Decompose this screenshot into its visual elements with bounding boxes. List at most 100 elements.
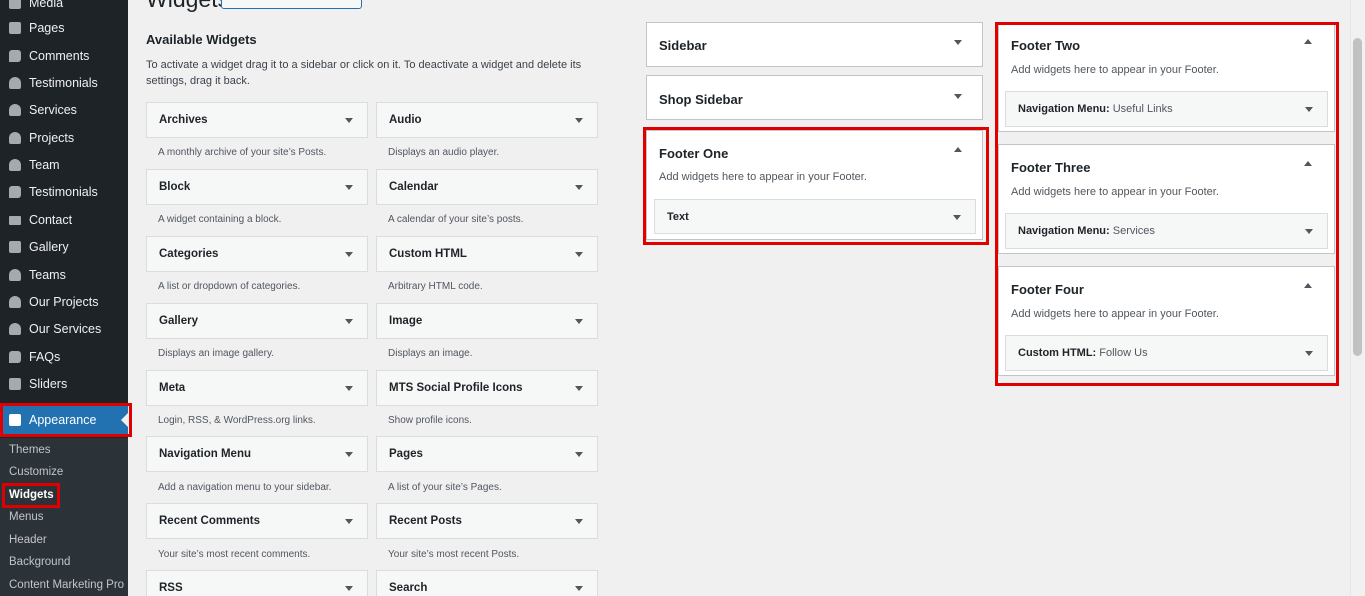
chevron-up-icon[interactable] (1304, 283, 1312, 288)
widget-title: Gallery (159, 315, 198, 327)
widget-title: Search (389, 582, 428, 594)
widget-calendar[interactable]: Calendar (376, 169, 598, 205)
widget-gallery[interactable]: Gallery (146, 303, 368, 339)
chevron-down-icon[interactable] (954, 94, 962, 99)
menu-item-appearance[interactable]: Appearance (0, 404, 128, 436)
menu-item-services[interactable]: Services (0, 96, 128, 123)
chevron-down-icon[interactable] (575, 118, 583, 123)
menu-item-contact[interactable]: Contact (0, 206, 128, 233)
widget-search[interactable]: Search (376, 570, 598, 596)
menu-item-our-services[interactable]: Our Services (0, 315, 128, 342)
menu-label: Contact (29, 212, 73, 227)
widget-audio[interactable]: Audio (376, 102, 598, 138)
people-icon (8, 158, 22, 172)
sliders-icon (8, 377, 22, 391)
manage-live-preview-button[interactable] (221, 0, 362, 9)
sidebar-area-shop-sidebar[interactable]: Shop Sidebar (646, 75, 983, 120)
submenu-widgets[interactable]: Widgets (9, 489, 54, 501)
footer-one-text-widget[interactable]: Text (654, 199, 976, 234)
menu-item-teams[interactable]: Teams (0, 261, 128, 288)
widget-pages[interactable]: Pages (376, 436, 598, 472)
sidebar-area-description: Add widgets here to appear in your Foote… (1011, 308, 1219, 320)
widget-image[interactable]: Image (376, 303, 598, 339)
menu-item-faqs[interactable]: FAQs (0, 343, 128, 370)
people-icon (8, 103, 22, 117)
sidebar-area-sidebar[interactable]: Sidebar (646, 22, 983, 67)
footer-four-custom-html-widget[interactable]: Custom HTML: Follow Us (1005, 335, 1328, 371)
menu-item-gallery[interactable]: Gallery (0, 233, 128, 260)
widget-desc: Displays an image. (388, 348, 473, 359)
sidebar-area-footer-three[interactable]: Footer Three Add widgets here to appear … (998, 144, 1335, 254)
chevron-down-icon[interactable] (953, 215, 961, 220)
widget-mts-social-profile-icons[interactable]: MTS Social Profile Icons (376, 370, 598, 406)
people-icon (8, 131, 22, 145)
menu-item-testimonials[interactable]: Testimonials (0, 69, 128, 96)
chevron-down-icon[interactable] (575, 519, 583, 524)
chevron-down-icon[interactable] (345, 386, 353, 391)
widget-categories[interactable]: Categories (146, 236, 368, 272)
menu-item-sliders[interactable]: Sliders (0, 370, 128, 397)
chevron-down-icon[interactable] (575, 586, 583, 591)
chevron-down-icon[interactable] (1305, 229, 1313, 234)
submenu-themes[interactable]: Themes (9, 444, 51, 456)
sidebar-area-footer-two[interactable]: Footer Two Add widgets here to appear in… (998, 22, 1335, 132)
widget-custom-html[interactable]: Custom HTML (376, 236, 598, 272)
chevron-down-icon[interactable] (575, 252, 583, 257)
media-icon (8, 0, 22, 10)
menu-item-pages[interactable]: Pages (0, 14, 128, 41)
chevron-down-icon[interactable] (1305, 107, 1313, 112)
chevron-down-icon[interactable] (345, 452, 353, 457)
widget-meta[interactable]: Meta (146, 370, 368, 406)
footer-three-nav-menu-widget[interactable]: Navigation Menu: Services (1005, 213, 1328, 249)
chevron-down-icon[interactable] (1305, 351, 1313, 356)
menu-item-team[interactable]: Team (0, 151, 128, 178)
chevron-up-icon[interactable] (954, 147, 962, 152)
chevron-down-icon[interactable] (345, 319, 353, 324)
widget-desc: A calendar of your site’s posts. (388, 214, 524, 225)
menu-item-projects[interactable]: Projects (0, 124, 128, 151)
chevron-down-icon[interactable] (345, 586, 353, 591)
widget-desc: Your site’s most recent comments. (158, 549, 311, 560)
widget-navigation-menu[interactable]: Navigation Menu (146, 436, 368, 472)
sidebar-area-footer-one[interactable]: Footer One Add widgets here to appear in… (646, 130, 983, 240)
chevron-down-icon[interactable] (575, 386, 583, 391)
admin-sidebar: Media Pages Comments Testimonials Servic… (0, 0, 128, 596)
widget-block[interactable]: Block (146, 169, 368, 205)
sidebar-area-footer-four[interactable]: Footer Four Add widgets here to appear i… (998, 266, 1335, 376)
chevron-up-icon[interactable] (1304, 161, 1312, 166)
sidebar-area-title: Footer One (659, 146, 729, 161)
widget-recent-posts[interactable]: Recent Posts (376, 503, 598, 539)
widget-title: Text (667, 211, 689, 223)
widget-rss[interactable]: RSS (146, 570, 368, 596)
widget-title: Recent Comments (159, 515, 260, 527)
submenu-content-marketing-pro[interactable]: Content Marketing Pro (9, 579, 124, 591)
chevron-down-icon[interactable] (575, 319, 583, 324)
widget-recent-comments[interactable]: Recent Comments (146, 503, 368, 539)
chevron-down-icon[interactable] (954, 40, 962, 45)
sidebar-area-title: Sidebar (659, 38, 707, 53)
menu-item-our-projects[interactable]: Our Projects (0, 288, 128, 315)
menu-label: Our Projects (29, 294, 99, 309)
widget-desc: A list of your site’s Pages. (388, 482, 502, 493)
chevron-down-icon[interactable] (345, 252, 353, 257)
widget-title: MTS Social Profile Icons (389, 382, 523, 394)
chevron-down-icon[interactable] (345, 185, 353, 190)
submenu-menus[interactable]: Menus (9, 511, 44, 523)
scrollbar-thumb[interactable] (1353, 38, 1362, 356)
testimonial-icon (8, 185, 22, 199)
widget-title: Custom HTML (389, 248, 467, 260)
chevron-down-icon[interactable] (345, 118, 353, 123)
chevron-down-icon[interactable] (345, 519, 353, 524)
widget-archives[interactable]: Archives (146, 102, 368, 138)
menu-item-testimonials-2[interactable]: Testimonials (0, 178, 128, 205)
footer-two-nav-menu-widget[interactable]: Navigation Menu: Useful Links (1005, 91, 1328, 127)
submenu-customize[interactable]: Customize (9, 466, 63, 478)
menu-item-comments[interactable]: Comments (0, 42, 128, 69)
chevron-down-icon[interactable] (575, 185, 583, 190)
menu-label: Testimonials (29, 184, 98, 199)
submenu-header[interactable]: Header (9, 534, 47, 546)
chevron-down-icon[interactable] (575, 452, 583, 457)
widget-title: Block (159, 181, 191, 193)
submenu-background[interactable]: Background (9, 556, 70, 568)
chevron-up-icon[interactable] (1304, 39, 1312, 44)
